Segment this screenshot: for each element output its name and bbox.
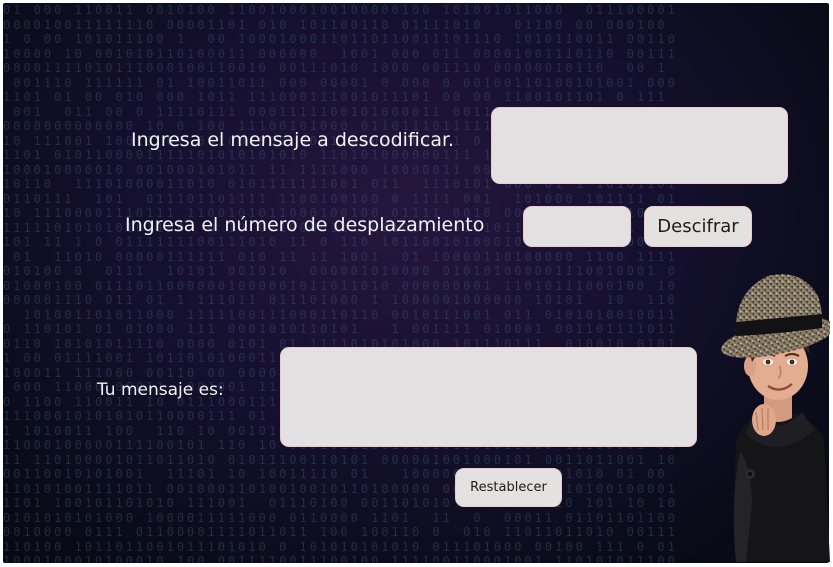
decrypt-button[interactable]: Descifrar — [644, 206, 752, 247]
detective-kid-icon — [721, 274, 830, 562]
shift-label: Ingresa el número de desplazamiento — [125, 214, 485, 236]
shift-input[interactable] — [523, 206, 631, 247]
message-label: Ingresa el mensaje a descodificar. — [131, 129, 455, 151]
result-label: Tu mensaje es: — [97, 380, 224, 400]
result-output — [280, 347, 697, 447]
decoder-app: 01 000 110011 0010100 110010001001000001… — [0, 0, 833, 567]
reset-button[interactable]: Restablecer — [455, 468, 562, 507]
message-input[interactable] — [491, 107, 788, 184]
